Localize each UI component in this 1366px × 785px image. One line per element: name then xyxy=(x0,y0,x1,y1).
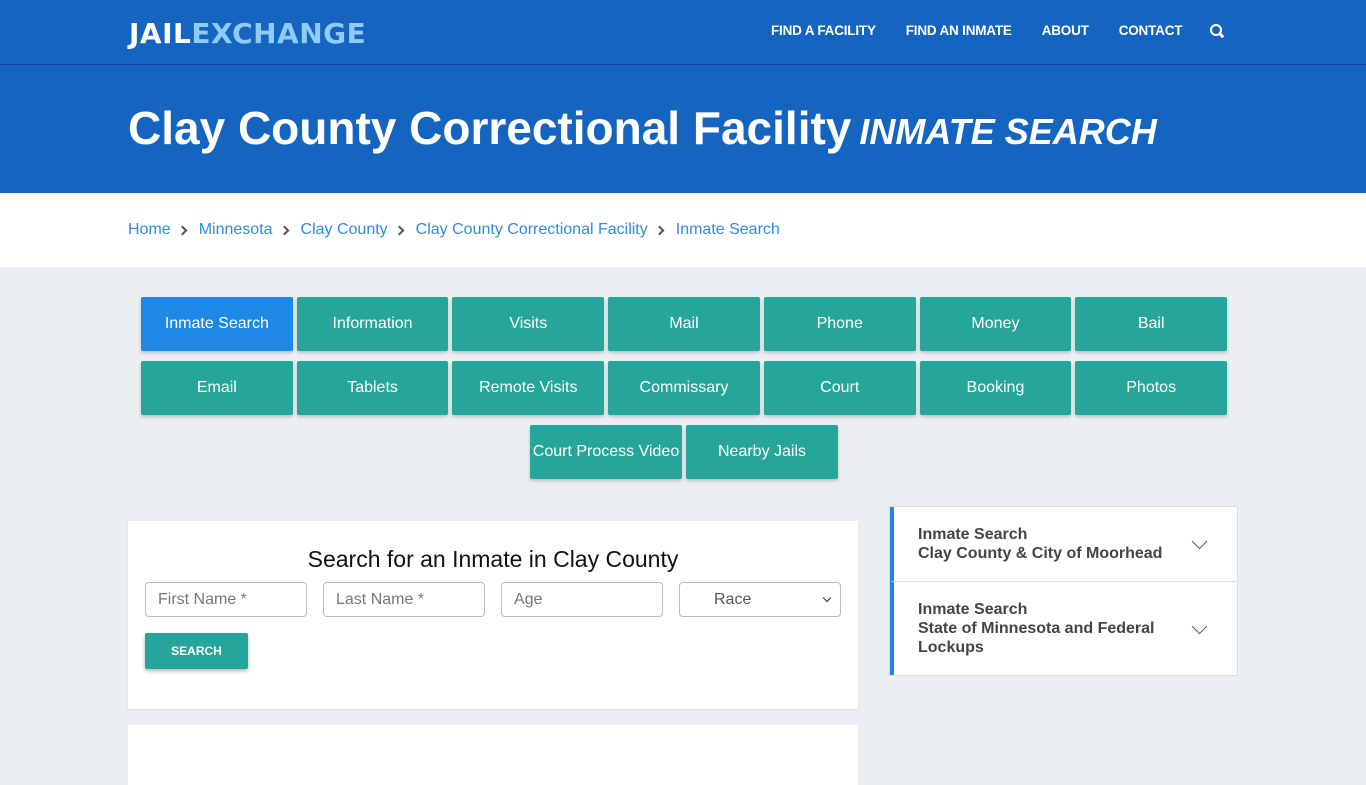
age-input[interactable]: Age xyxy=(501,582,663,617)
nav-find-facility[interactable]: FIND A FACILITY xyxy=(771,23,876,38)
logo[interactable]: JAILEXCHANGE xyxy=(129,17,366,50)
chevron-down-icon xyxy=(1191,533,1208,550)
tab-court-process-video[interactable]: Court Process Video xyxy=(530,425,682,479)
chevron-down-icon xyxy=(822,593,832,603)
search-title: Search for an Inmate in Clay County xyxy=(307,546,679,572)
chevron-right-icon xyxy=(654,225,665,235)
first-name-input[interactable]: First Name * xyxy=(145,582,307,617)
accordion-subtitle: State of Minnesota and Federal Lockups xyxy=(918,620,1155,656)
chevron-right-icon xyxy=(177,225,188,235)
content-card xyxy=(128,725,858,785)
tab-bail[interactable]: Bail xyxy=(1075,297,1228,351)
page-subtitle: INMATE SEARCH xyxy=(859,111,1157,152)
accordion-subtitle: Clay County & City of Moorhead xyxy=(918,545,1163,562)
hero-banner: Clay County Correctional Facility INMATE … xyxy=(0,65,1366,193)
chevron-right-icon xyxy=(279,225,289,235)
tab-commissary[interactable]: Commissary xyxy=(608,361,760,415)
tab-tablets[interactable]: Tablets xyxy=(296,361,449,415)
breadcrumb-state[interactable]: Minnesota xyxy=(199,221,273,239)
facility-tabs: Inmate Search Information Visits Mail Ph… xyxy=(139,297,1229,489)
race-select[interactable]: Race xyxy=(679,582,841,617)
tab-court[interactable]: Court xyxy=(763,361,916,415)
search-button[interactable]: SEARCH xyxy=(145,633,248,669)
inmate-search-card: Search for an Inmate in Clay County Firs… xyxy=(128,521,858,709)
nav-find-inmate[interactable]: FIND AN INMATE xyxy=(906,23,1012,38)
tab-booking[interactable]: Booking xyxy=(919,361,1072,415)
chevron-down-icon xyxy=(1191,618,1208,634)
accordion-title: Inmate Search xyxy=(918,526,1028,543)
facility-name: Clay County Correctional Facility xyxy=(128,102,852,154)
page-title: Clay County Correctional Facility INMATE … xyxy=(128,101,1157,155)
chevron-right-icon xyxy=(394,225,405,235)
top-navbar: JAILEXCHANGE FIND A FACILITY FIND AN INM… xyxy=(0,0,1366,65)
accordion-item-state[interactable]: Inmate Search State of Minnesota and Fed… xyxy=(890,581,1237,675)
tab-information[interactable]: Information xyxy=(296,297,449,351)
breadcrumb-home[interactable]: Home xyxy=(128,221,171,239)
logo-exchange: EXCHANGE xyxy=(191,17,367,50)
last-name-input[interactable]: Last Name * xyxy=(323,582,485,617)
accordion-title: Inmate Search xyxy=(918,601,1028,618)
tab-email[interactable]: Email xyxy=(140,361,293,415)
tab-remote-visits[interactable]: Remote Visits xyxy=(452,361,605,415)
breadcrumb-county[interactable]: Clay County xyxy=(301,221,388,239)
tab-inmate-search[interactable]: Inmate Search xyxy=(140,297,293,351)
tab-photos[interactable]: Photos xyxy=(1075,361,1228,415)
nav-about[interactable]: ABOUT xyxy=(1042,23,1089,38)
tab-money[interactable]: Money xyxy=(919,297,1072,351)
nav-contact[interactable]: CONTACT xyxy=(1119,23,1183,38)
tab-mail[interactable]: Mail xyxy=(608,297,760,351)
tab-nearby-jails[interactable]: Nearby Jails xyxy=(686,425,838,479)
search-icon[interactable] xyxy=(1210,23,1224,38)
breadcrumb: Home Minnesota Clay County Clay County C… xyxy=(0,193,1366,267)
breadcrumb-current[interactable]: Inmate Search xyxy=(676,221,780,239)
race-select-value: Race xyxy=(714,590,752,608)
tab-visits[interactable]: Visits xyxy=(452,297,605,351)
sidebar-accordion: Inmate Search Clay County & City of Moor… xyxy=(889,506,1238,676)
breadcrumb-facility[interactable]: Clay County Correctional Facility xyxy=(416,221,648,239)
accordion-item-county[interactable]: Inmate Search Clay County & City of Moor… xyxy=(890,507,1237,581)
main-nav: FIND A FACILITY FIND AN INMATE ABOUT CON… xyxy=(771,23,1224,38)
logo-jail: JAIL xyxy=(129,17,192,50)
tab-phone[interactable]: Phone xyxy=(763,297,916,351)
